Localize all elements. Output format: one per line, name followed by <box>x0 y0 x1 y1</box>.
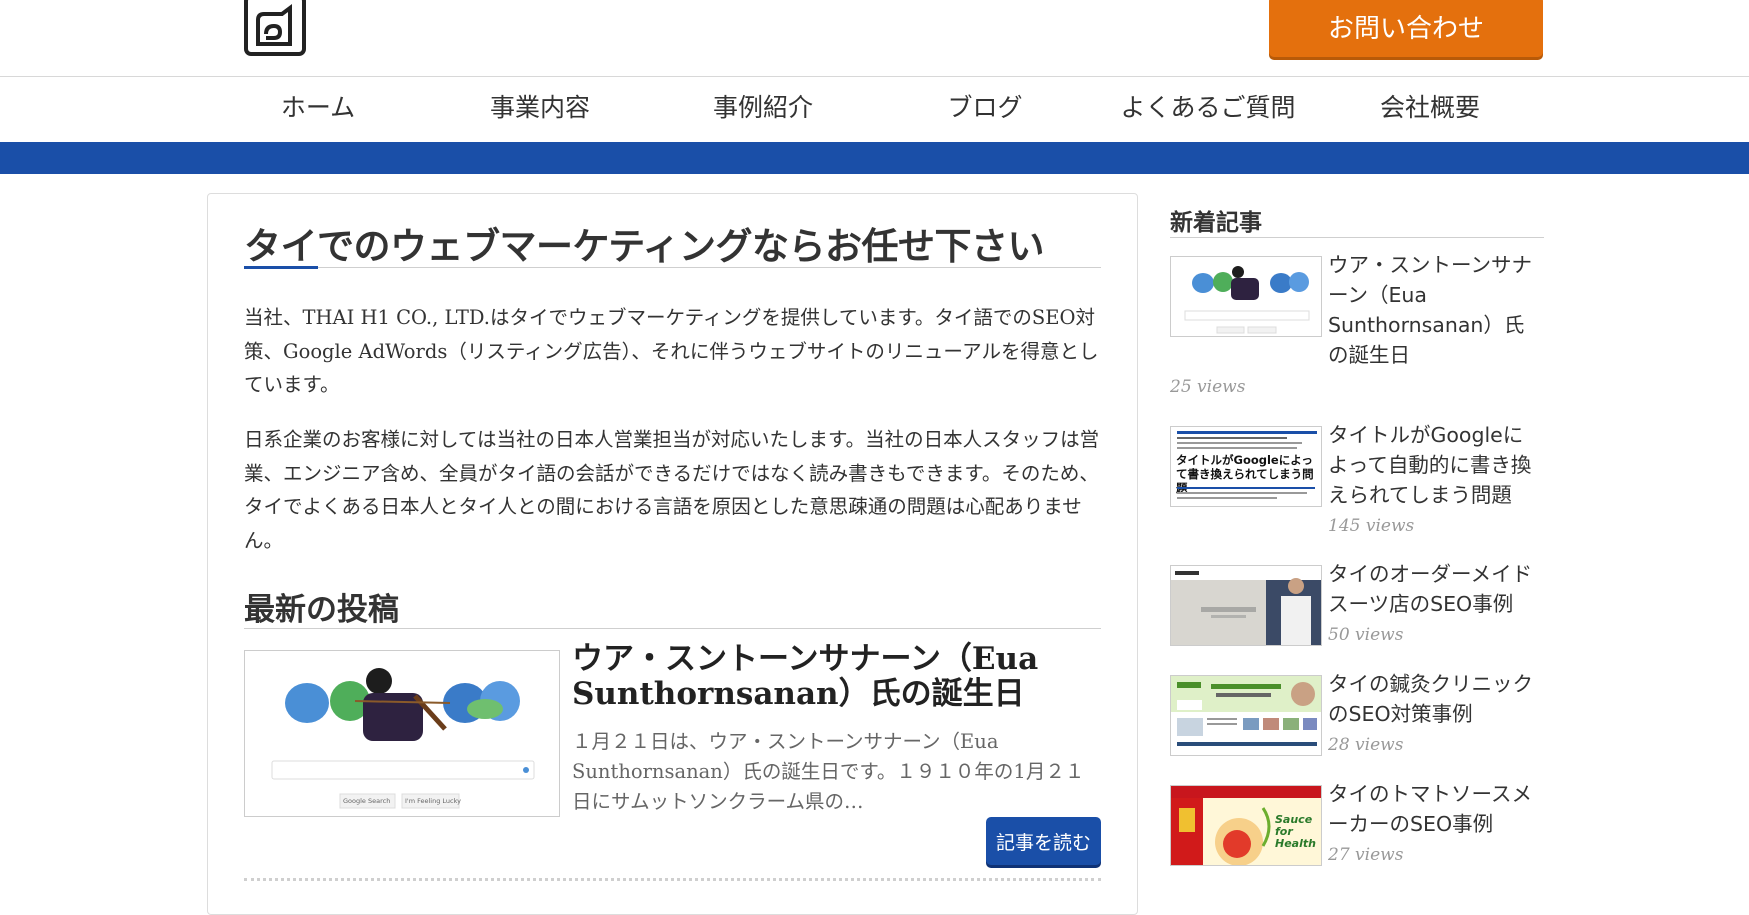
sidebar-divider <box>1170 237 1544 238</box>
sidebar-item-views: 145 views <box>1328 516 1415 536</box>
post-excerpt: １月２１日は、ウア・スントーンサナーン（Eua Sunthornsanan）氏の… <box>572 730 1085 813</box>
title-accent <box>244 266 318 269</box>
main-nav: ホーム 事業内容 事例紹介 ブログ よくあるご質問 会社概要 <box>0 77 1749 141</box>
nav-item-blog[interactable]: ブログ <box>885 77 1085 141</box>
title-divider <box>244 267 1101 268</box>
nav-item-company[interactable]: 会社概要 <box>1330 77 1530 141</box>
site-header: お問い合わせ <box>0 0 1749 77</box>
contact-button[interactable]: お問い合わせ <box>1269 0 1543 57</box>
read-more-button[interactable]: 記事を読む <box>986 817 1101 865</box>
nav-item-services[interactable]: 事業内容 <box>440 77 640 141</box>
sidebar-item-title[interactable]: タイの鍼灸クリニックのSEO対策事例 <box>1328 669 1538 729</box>
sidebar-thumbnail[interactable] <box>1170 675 1322 756</box>
sidebar-item-title[interactable]: タイのオーダーメイドスーツ店のSEO事例 <box>1328 559 1538 619</box>
sidebar-item-title[interactable]: タイのトマトソースメーカーのSEO事例 <box>1328 779 1538 839</box>
sidebar-item-title[interactable]: タイトルがGoogleによって自動的に書き換えられてしまう問題 <box>1328 420 1538 510</box>
post-divider <box>244 878 1101 881</box>
nav-item-home[interactable]: ホーム <box>218 77 418 141</box>
intro-paragraph-1: 当社、THAI H1 CO., LTD.はタイでウェブマーケティングを提供してい… <box>244 306 1099 396</box>
post-title[interactable]: ウア・スントーンサナーン（Eua Sunthornsanan）氏の誕生日 <box>572 642 1102 712</box>
latest-posts-heading: 最新の投稿 <box>244 592 399 628</box>
sidebar-item-views: 25 views <box>1170 377 1246 397</box>
sidebar-thumbnail[interactable] <box>1170 256 1322 337</box>
thumb-button-search: Google Search <box>343 797 391 805</box>
sidebar-item-title[interactable]: ウア・スントーンサナーン（Eua Sunthornsanan）氏の誕生日 <box>1328 250 1538 370</box>
sidebar-thumb-caption: Sauce for Health <box>1275 813 1316 850</box>
logo-icon[interactable] <box>244 0 306 56</box>
thumb-button-lucky: I'm Feeling Lucky <box>405 797 461 805</box>
sidebar-item-views: 28 views <box>1328 735 1404 755</box>
latest-posts-divider <box>244 628 1101 629</box>
intro-paragraph-2: 日系企業のお客様に対しては当社の日本人営業担当が対応いたします。当社の日本人スタ… <box>244 428 1100 552</box>
sidebar-thumbnail[interactable]: タイトルがGoogleによって書き換えられてしまう問題 <box>1170 426 1322 507</box>
sidebar-item-views: 50 views <box>1328 625 1404 645</box>
nav-item-cases[interactable]: 事例紹介 <box>663 77 863 141</box>
page-title: タイでのウェブマーケティングならお任せ下さい <box>244 225 1045 268</box>
sidebar-title: 新着記事 <box>1170 210 1262 236</box>
sidebar-thumbnail[interactable]: Sauce for Health <box>1170 785 1322 866</box>
post-thumbnail[interactable]: Google Search I'm Feeling Lucky <box>244 650 560 817</box>
sidebar-item-views: 27 views <box>1328 845 1404 865</box>
nav-item-faq[interactable]: よくあるご質問 <box>1108 77 1308 141</box>
sidebar-thumbnail[interactable] <box>1170 565 1322 646</box>
header-band <box>0 142 1749 174</box>
